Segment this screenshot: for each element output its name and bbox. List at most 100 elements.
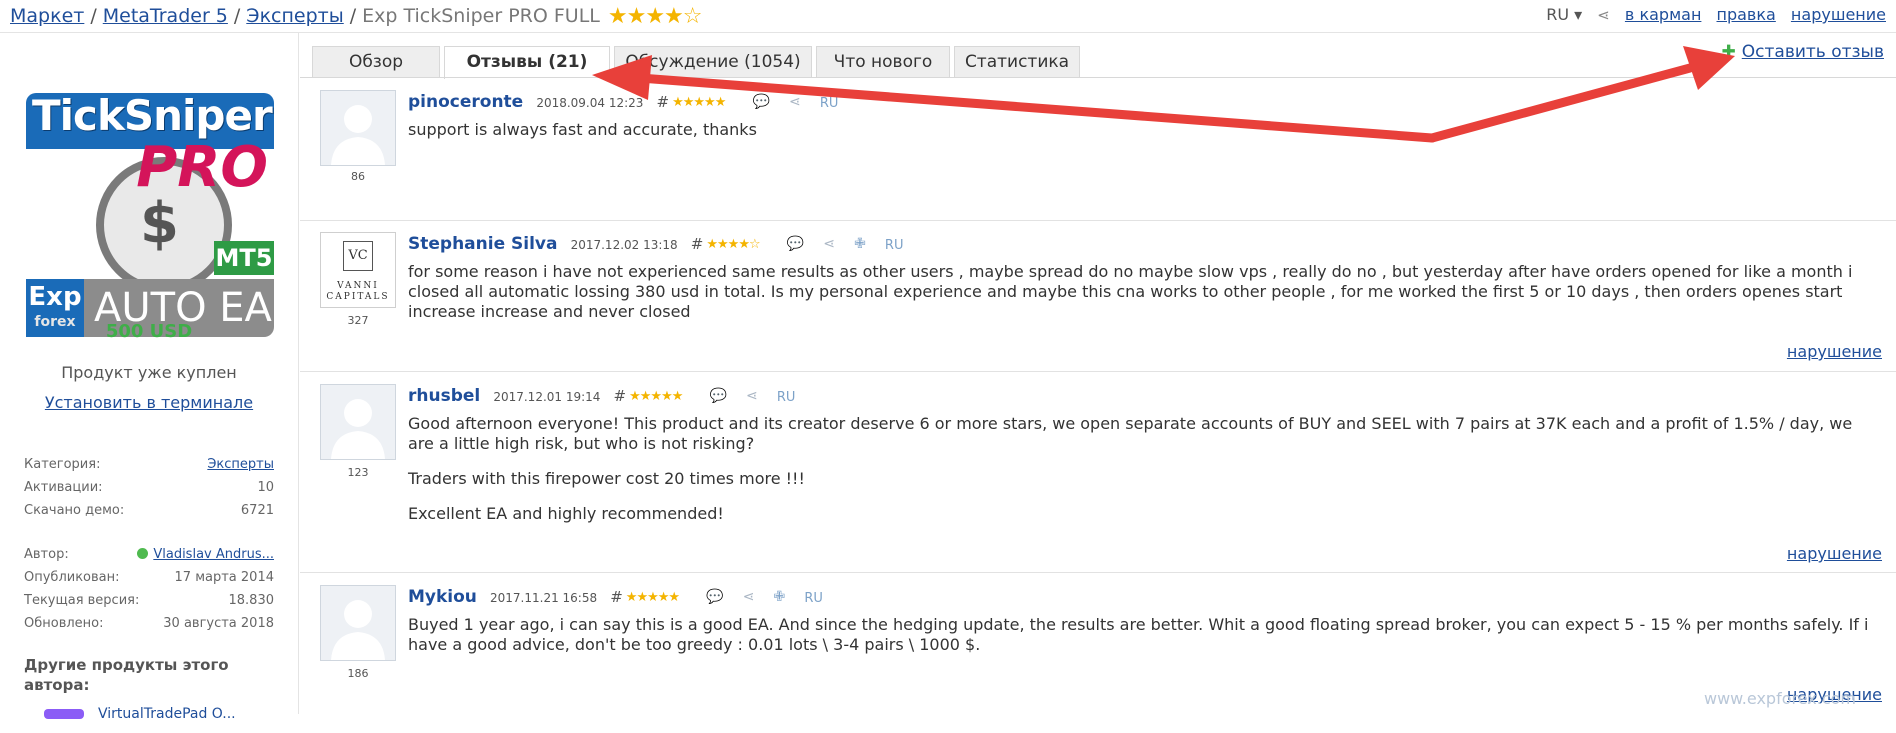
product-image-pro: PRO	[136, 135, 268, 200]
share-icon[interactable]: ⋖	[823, 236, 835, 252]
user-avatar[interactable]	[320, 384, 396, 460]
review-stars: ★★★★★	[625, 590, 680, 605]
share-icon[interactable]: ⋖	[743, 589, 755, 605]
product-image-mt5: MT5	[214, 241, 274, 275]
tab-statistics[interactable]: Статистика	[954, 46, 1080, 77]
add-icon[interactable]: ✙	[774, 589, 786, 605]
review-divider	[300, 572, 1896, 573]
price: 500 USD	[105, 321, 193, 342]
report-violation-link[interactable]: нарушение	[1787, 342, 1882, 361]
review-language[interactable]: RU	[885, 238, 904, 253]
permalink-hash[interactable]: #	[691, 235, 704, 253]
review-stars: ★★★★★	[672, 95, 726, 110]
tab-whats-new[interactable]: Что нового	[816, 46, 950, 77]
review-divider	[300, 220, 1896, 221]
review-language[interactable]: RU	[820, 96, 839, 111]
permalink-hash[interactable]: #	[610, 588, 623, 606]
review-date: 2017.11.21 16:58	[490, 591, 598, 605]
user-avatar[interactable]	[320, 585, 396, 661]
share-icon[interactable]: ⋖	[789, 94, 801, 110]
meta-row: Текущая версия: 18.830	[24, 593, 274, 608]
user-rating: 327	[347, 314, 369, 327]
tab-overview[interactable]: Обзор	[312, 46, 440, 77]
install-in-terminal-link[interactable]: Установить в терминале	[45, 393, 253, 412]
top-bar: Маркет / MetaTrader 5/Эксперты / Exp TickSni…	[0, 0, 1896, 33]
review-header: pinoceronte 2018.09.04 12:23 # ★★★★★ 💬 ⋖ …	[408, 92, 838, 112]
review-username[interactable]: rhusbel	[408, 386, 480, 406]
leave-review[interactable]: ✚ Оставить отзыв	[1722, 42, 1884, 62]
edit-link[interactable]: правка	[1717, 5, 1776, 24]
add-icon[interactable]: ✙	[854, 236, 866, 252]
user-placeholder-icon	[331, 105, 385, 165]
watermark: www.expforex.com	[1704, 689, 1856, 708]
plus-icon: ✚	[1721, 42, 1736, 62]
review-text: Buyed 1 year ago, i can say this is a go…	[408, 615, 1869, 654]
breadcrumb: Маркет / MetaTrader 5/Эксперты / Exp TickSni…	[10, 4, 703, 29]
review-stars: ★★★★★	[629, 389, 683, 404]
permalink-hash[interactable]: #	[657, 93, 670, 111]
review-username[interactable]: Stephanie Silva	[408, 234, 557, 254]
sidebar: TickSniper $ PRO MT5 Exp forex AUTO EA 50…	[0, 33, 299, 722]
review-header: rhusbel 2017.12.01 19:14 # ★★★★★ 💬 ⋖ RU	[408, 386, 795, 406]
review-language[interactable]: RU	[804, 591, 823, 606]
product-stats: Категория: Эксперты Активации: 10 Скачано …	[24, 453, 274, 522]
tab-bar: Обзор Отзывы (21) Обсуждение (1054) Что …	[312, 46, 1084, 79]
tab-discussion[interactable]: Обсуждение (1054)	[614, 46, 812, 77]
review-language[interactable]: RU	[777, 390, 796, 405]
review-stars: ★★★★☆	[706, 237, 760, 252]
tab-reviews[interactable]: Отзывы (21)	[444, 46, 610, 79]
product-title: Exp TickSniper PRO FULL	[362, 5, 600, 27]
breadcrumb-market[interactable]: Маркет	[10, 5, 84, 27]
comment-icon[interactable]: 💬	[709, 388, 726, 404]
language-select[interactable]: RU ▾	[1546, 5, 1582, 24]
comment-icon[interactable]: 💬	[787, 236, 804, 252]
review-username[interactable]: pinoceronte	[408, 92, 523, 112]
meta-row: Опубликован: 17 марта 2014	[24, 570, 274, 585]
report-violation-link[interactable]: нарушение	[1787, 544, 1882, 563]
user-rating: 86	[351, 170, 365, 183]
review-text: Good afternoon everyone! This product an…	[408, 414, 1853, 523]
meta-row: Обновлено: 30 августа 2018	[24, 616, 274, 631]
meta-row: Категория: Эксперты	[24, 453, 274, 476]
user-rating: 123	[347, 466, 369, 479]
product-rating-stars: ★★★★☆	[607, 4, 703, 29]
breadcrumb-metatrader5[interactable]: MetaTrader 5	[103, 5, 228, 27]
bought-status: Продукт уже куплен	[61, 363, 237, 382]
review-date: 2017.12.02 13:18	[570, 238, 678, 252]
avatar-text: VANNI CAPITALS	[326, 281, 390, 302]
report-link[interactable]: нарушение	[1791, 5, 1886, 24]
user-avatar[interactable]: VC VANNI CAPITALS	[320, 232, 396, 308]
online-status-icon	[137, 548, 149, 559]
review-header: Mykiou 2017.11.21 16:58 # ★★★★★ 💬 ⋖ ✙ RU	[408, 587, 823, 607]
user-avatar[interactable]	[320, 90, 396, 166]
user-rating: 186	[347, 667, 369, 680]
meta-row: Активации: 10	[24, 480, 274, 495]
category-link[interactable]: Эксперты	[207, 453, 274, 476]
vanni-capitals-logo: VC	[343, 241, 373, 271]
review-text: support is always fast and accurate, tha…	[408, 120, 757, 139]
product-image-title: TickSniper	[32, 91, 273, 140]
review-username[interactable]: Mykiou	[408, 587, 477, 607]
share-icon[interactable]: ⋖	[1597, 6, 1610, 24]
tab-divider	[300, 77, 1896, 78]
permalink-hash[interactable]: #	[614, 387, 627, 405]
breadcrumb-experts[interactable]: Эксперты	[246, 5, 343, 27]
review-date: 2017.12.01 19:14	[493, 390, 601, 404]
user-placeholder-icon	[331, 600, 385, 660]
user-placeholder-icon	[331, 399, 385, 459]
meta-row: Скачано демо: 6721	[24, 503, 274, 518]
top-actions: RU ▾ ⋖ в карман правка нарушение	[1536, 5, 1886, 24]
comment-icon[interactable]: 💬	[752, 94, 769, 110]
meta-row: Автор: Vladislav Andrus...	[24, 543, 274, 566]
to-wallet-link[interactable]: в карман	[1625, 5, 1701, 24]
leave-review-link[interactable]: Оставить отзыв	[1742, 42, 1884, 62]
product-info: Автор: Vladislav Andrus... Опубликован: 17…	[24, 543, 274, 635]
comment-icon[interactable]: 💬	[706, 589, 723, 605]
share-icon[interactable]: ⋖	[746, 388, 758, 404]
product-image[interactable]: TickSniper $ PRO MT5 Exp forex AUTO EA	[26, 61, 274, 341]
review-header: Stephanie Silva 2017.12.02 13:18 # ★★★★☆ …	[408, 234, 903, 254]
author-link[interactable]: Vladislav Andrus...	[137, 543, 274, 566]
other-products-title: Другие продукты этого автора:	[24, 656, 229, 694]
other-product-item[interactable]: VirtualTradePad O...	[30, 703, 270, 733]
review-divider	[300, 371, 1896, 372]
